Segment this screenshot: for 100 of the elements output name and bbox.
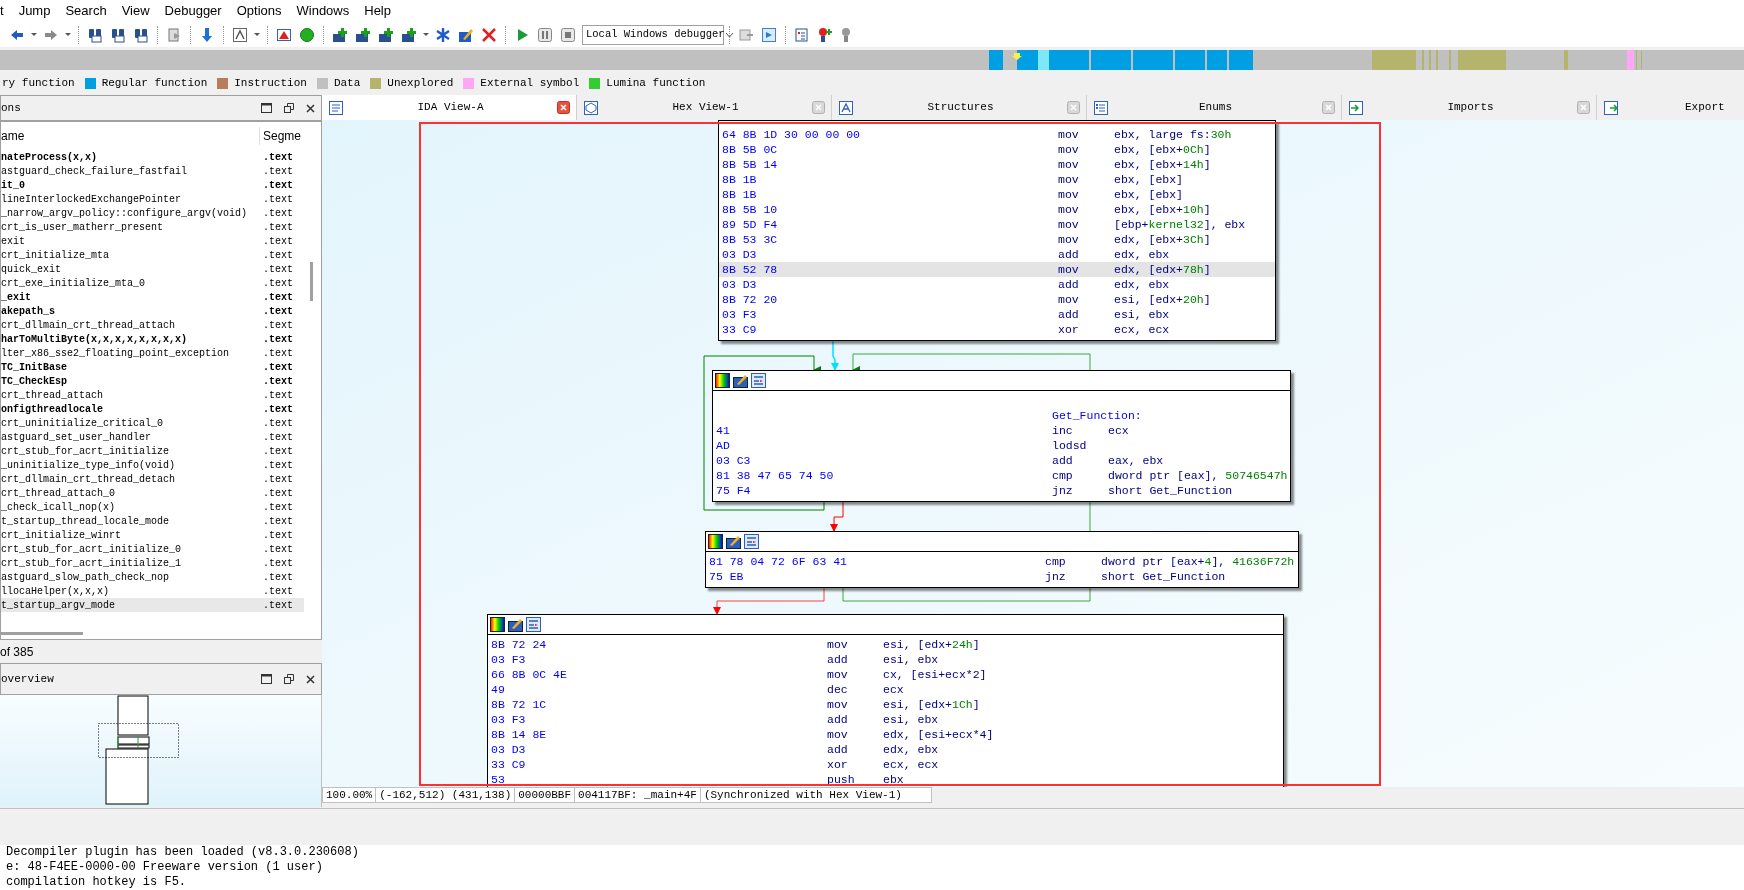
document-icon[interactable] [166,26,182,43]
edit-icon[interactable] [458,26,474,43]
function-name[interactable]: _uninitialize_type_info(void) [1,457,263,473]
function-name[interactable]: quick_exit [1,261,263,277]
byte-code: 75 EB [709,569,744,583]
function-name[interactable]: lineInterlockedExchangePointer [1,191,263,207]
function-name[interactable]: crt_thread_attach [1,387,263,403]
function-name[interactable]: _check_icall_nop(x) [1,499,263,515]
float-icon[interactable] [284,674,294,684]
attach-icon[interactable] [738,26,754,43]
edit-icon[interactable] [508,617,523,632]
menu-item[interactable]: Help [364,1,391,21]
function-name[interactable]: crt_exe_initialize_mta_0 [1,275,263,291]
close-icon[interactable] [557,101,570,114]
close-icon[interactable] [306,674,315,684]
pause-icon[interactable] [537,26,553,43]
operand: esi, [edx+20h] [1114,291,1211,308]
operand: esi, [edx+24h] [883,636,980,653]
add-icon[interactable] [401,26,417,43]
function-name[interactable]: t_startup_thread_locale_mode [1,513,263,529]
tab[interactable]: IDA View-A [322,95,577,120]
function-name[interactable]: astguard_set_user_handler [1,429,263,445]
column-header[interactable]: ame [1,127,259,145]
function-name[interactable]: crt_is_user_matherr_present [1,219,263,235]
function-name[interactable]: TC_CheckEsp [1,373,263,389]
menu-item[interactable]: View [121,1,150,21]
navigation-band[interactable] [0,49,1744,70]
warning-icon[interactable] [276,26,292,43]
function-name[interactable]: lter_x86_sse2_floating_point_exception [1,345,263,361]
output-line: Decompiler plugin has been loaded (v8.3.0.230608) [6,845,360,860]
scrollbar-thumb[interactable] [1,632,83,635]
down-arrow-icon[interactable] [199,26,215,43]
menu-item[interactable]: Windows [296,1,350,21]
stop-icon[interactable] [560,26,576,43]
code-block[interactable] [487,614,1284,787]
edit-icon[interactable] [733,373,748,388]
color-palette-icon[interactable] [715,373,730,388]
circle-icon[interactable] [299,26,315,43]
code-block[interactable]: 81 78 04 72 6F 63 41 cmp dword ptr [eax+4], 41636F72h 75 EB jnz short Get_Function [705,531,1299,588]
document-icon [1348,99,1364,116]
edit-icon[interactable] [726,534,741,549]
menu-item[interactable]: Search [65,1,107,21]
menu-item[interactable]: t [0,1,4,21]
function-name[interactable]: it_0 [1,177,263,193]
graph-icon[interactable] [526,617,541,632]
close-icon[interactable] [306,103,315,113]
delete-icon[interactable] [481,26,497,43]
graph-icon[interactable] [744,534,759,549]
mnemonic: mov [1058,292,1079,306]
color-palette-icon[interactable] [490,617,505,632]
code-label[interactable]: Get_Function: [1052,406,1142,425]
add-icon[interactable] [378,26,394,43]
code-block[interactable]: Get_Function: 41 inc ecx AD lodsd 03 C3 add eax, ebx 81 38 47 65 74 50 cmp dword ptr [eax], 50746547h 75 F4 jnz short Get_Function [712,370,1291,502]
function-name[interactable]: harToMultiByte(x,x,x,x,x,x,x,x) [1,331,263,347]
function-name[interactable]: nateProcess(x,x) [1,149,263,165]
function-name[interactable]: crt_dllmain_crt_thread_attach [1,317,263,333]
binoculars-icon[interactable] [87,26,103,43]
asterisk-icon[interactable] [435,26,451,43]
function-name[interactable]: _exit [1,289,263,305]
function-name[interactable]: astguard_slow_path_check_nop [1,569,263,585]
function-name[interactable]: TC_InitBase [1,359,263,375]
function-name[interactable]: crt_initialize_winrt [1,527,263,543]
column-header[interactable]: Segme [259,127,304,145]
scrollbar-thumb[interactable] [310,262,313,301]
function-name[interactable]: exit [1,233,263,249]
function-name[interactable]: crt_stub_for_acrt_initialize [1,443,263,459]
function-name[interactable]: crt_thread_attach_0 [1,485,263,501]
process-icon[interactable] [761,26,777,43]
menu-item[interactable]: Jump [18,1,51,21]
function-name[interactable]: llocaHelper(x,x,x) [1,583,263,599]
output-line: compilation hotkey is F5. [6,875,188,890]
binoculars-icon[interactable] [110,26,126,43]
code-block[interactable] [718,120,1276,341]
float-icon[interactable] [284,103,294,113]
function-name[interactable]: t_startup_argv_mode [1,597,263,613]
color-palette-icon[interactable] [708,534,723,549]
function-name[interactable]: astguard_check_failure_fastfail [1,163,263,179]
function-name[interactable]: crt_stub_for_acrt_initialize_1 [1,555,263,571]
status-field: (-162,512) (431,138) [376,786,516,804]
add-icon[interactable] [332,26,348,43]
selected-row[interactable]: t_startup_argv_mode .text [1,598,304,612]
breakpoint-icon[interactable] [817,26,833,43]
triangle-box-icon[interactable] [232,26,248,43]
function-name[interactable]: crt_stub_for_acrt_initialize_0 [1,541,263,557]
maximize-icon[interactable] [261,674,272,684]
binoculars-icon[interactable] [133,26,149,43]
add-icon[interactable] [355,26,371,43]
graph-icon[interactable] [751,373,766,388]
function-name[interactable]: crt_dllmain_crt_thread_detach [1,471,263,487]
function-name[interactable]: crt_uninitialize_critical_0 [1,415,263,431]
legend-label: Lumina function [606,76,706,92]
function-name[interactable]: _narrow_argv_policy::configure_argv(void) [1,205,263,221]
list-icon[interactable] [794,26,810,43]
function-name[interactable]: crt_initialize_mta [1,247,263,263]
function-name[interactable]: akepath_s [1,303,263,319]
function-name[interactable]: onfigthreadlocale [1,401,263,417]
menu-item[interactable]: Debugger [164,1,222,21]
maximize-icon[interactable] [261,103,272,113]
document-icon [1603,99,1619,116]
menu-item[interactable]: Options [236,1,282,21]
